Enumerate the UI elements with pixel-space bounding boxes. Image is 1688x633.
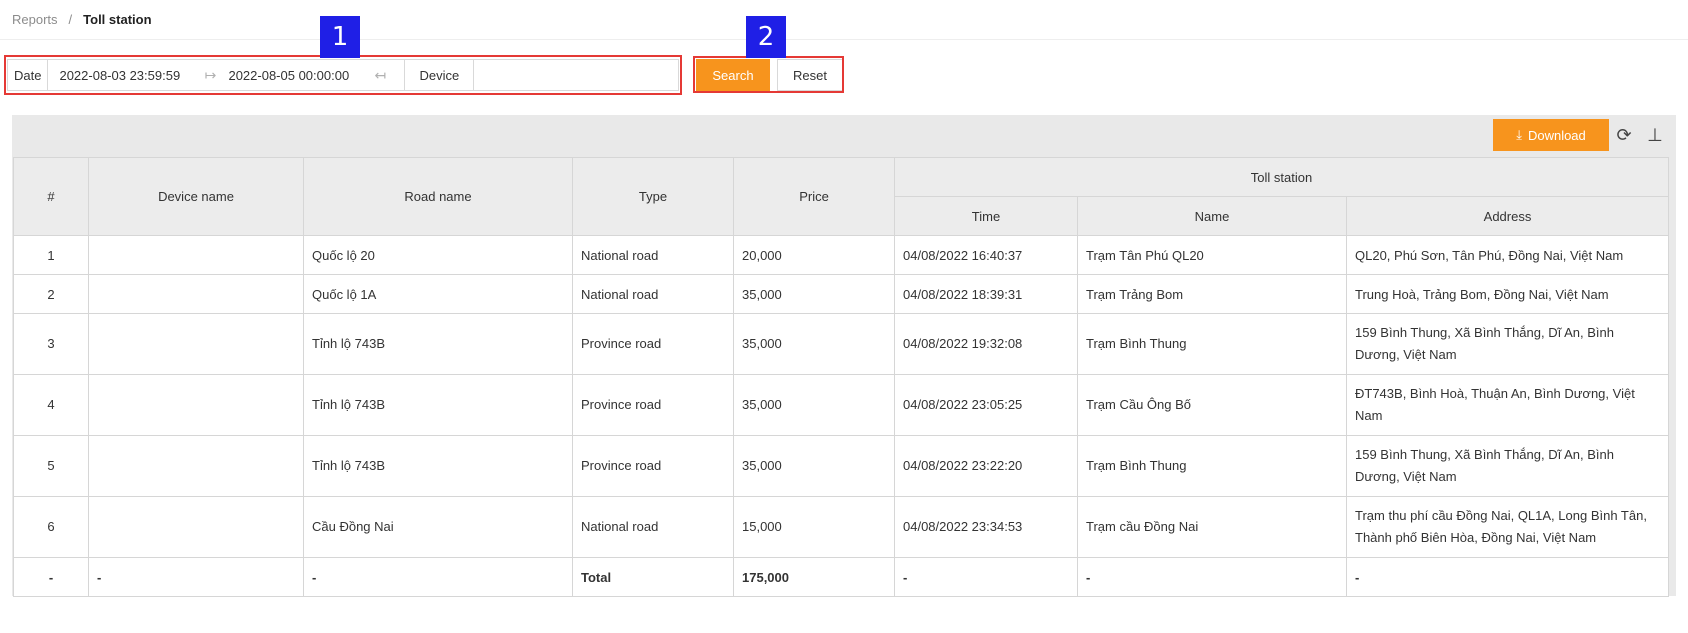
date-end-input[interactable]: 2022-08-05 00:00:00 <box>228 60 370 90</box>
total-cell-name: - <box>1077 557 1347 597</box>
total-cell-time: - <box>894 557 1078 597</box>
download-label: Download <box>1527 127 1586 143</box>
header-device-name: Device name <box>88 157 304 236</box>
reset-button[interactable]: Reset <box>777 59 843 91</box>
cell-address: QL20, Phú Sơn, Tân Phú, Đồng Nai, Việt N… <box>1345 235 1670 275</box>
cell-time: 04/08/2022 16:40:37 <box>894 235 1078 275</box>
cell-address: 159 Bình Thung, Xã Bình Thắng, Dĩ An, Bì… <box>1345 435 1670 497</box>
cell-device-name <box>88 374 304 436</box>
cell-name: Trạm Cầu Ông Bố <box>1077 374 1347 436</box>
cell-price: 20,000 <box>733 235 895 275</box>
header-type: Type <box>572 157 734 236</box>
cell-name: Trạm cầu Đồng Nai <box>1077 496 1347 558</box>
cell-price: 35,000 <box>733 274 895 314</box>
total-cell-road-name: - <box>303 557 573 597</box>
cell-device-name <box>88 313 304 375</box>
cell-type: Province road <box>572 374 734 436</box>
cell-type: Province road <box>572 313 734 375</box>
table-row: 5 Tỉnh lộ 743B Province road 35,000 04/0… <box>13 435 1670 497</box>
breadcrumb-separator: / <box>68 12 73 27</box>
cell-road-name: Tỉnh lộ 743B <box>303 374 573 436</box>
cell-address: Trung Hoà, Trảng Bom, Đồng Nai, Việt Nam <box>1345 274 1670 314</box>
breadcrumb-current: Toll station <box>83 12 152 27</box>
cell-price: 35,000 <box>733 313 895 375</box>
header-toll-station: Toll station <box>893 157 1670 197</box>
download-icon: ⤓ <box>1516 127 1522 142</box>
column-height-icon[interactable]: ⊥ <box>1644 124 1666 146</box>
table-row: 3 Tỉnh lộ 743B Province road 35,000 04/0… <box>13 313 1670 375</box>
date-start-input[interactable]: 2022-08-03 23:59:59 <box>48 60 192 90</box>
table-row: 1 Quốc lộ 20 National road 20,000 04/08/… <box>13 235 1670 275</box>
cell-device-name <box>88 435 304 497</box>
filter-bar: Date 2022-08-03 23:59:59 ↦ 2022-08-05 00… <box>7 59 679 91</box>
device-label: Device <box>404 60 475 90</box>
total-cell-device-name: - <box>88 557 304 597</box>
cell-address: 159 Bình Thung, Xã Bình Thắng, Dĩ An, Bì… <box>1345 313 1670 375</box>
table-row: 2 Quốc lộ 1A National road 35,000 04/08/… <box>13 274 1670 314</box>
header-name: Name <box>1077 196 1347 236</box>
search-button[interactable]: Search <box>696 59 770 91</box>
device-input[interactable] <box>474 60 678 90</box>
marker-1: 1 <box>320 16 360 58</box>
cell-index: 5 <box>13 435 89 497</box>
refresh-icon[interactable]: ⟳ <box>1613 124 1635 146</box>
table-row: 4 Tỉnh lộ 743B Province road 35,000 04/0… <box>13 374 1670 436</box>
cell-road-name: Tỉnh lộ 743B <box>303 435 573 497</box>
cell-name: Trạm Bình Thung <box>1077 313 1347 375</box>
marker-2: 2 <box>746 16 786 58</box>
cell-time: 04/08/2022 23:05:25 <box>894 374 1078 436</box>
cell-type: National road <box>572 235 734 275</box>
cell-device-name <box>88 235 304 275</box>
range-arrow-icon: ↦ <box>204 66 217 83</box>
table-total-row: - - - Total 175,000 - - - <box>13 557 1670 597</box>
header-address: Address <box>1345 196 1670 236</box>
cell-road-name: Quốc lộ 1A <box>303 274 573 314</box>
cell-name: Trạm Tân Phú QL20 <box>1077 235 1347 275</box>
table-row: 6 Cầu Đồng Nai National road 15,000 04/0… <box>13 496 1670 558</box>
cell-type: Province road <box>572 435 734 497</box>
cell-time: 04/08/2022 23:34:53 <box>894 496 1078 558</box>
toll-station-table: # Device name Road name Type Price Toll … <box>13 157 1670 597</box>
cell-type: National road <box>572 274 734 314</box>
header-index: # <box>13 157 89 236</box>
cell-address: ĐT743B, Bình Hoà, Thuận An, Bình Dương, … <box>1345 374 1670 436</box>
breadcrumb: Reports / Toll station <box>0 0 1688 40</box>
total-price: 175,000 <box>733 557 895 597</box>
range-end-arrow-icon: ↤ <box>374 66 387 83</box>
cell-price: 35,000 <box>733 435 895 497</box>
total-label: Total <box>572 557 734 597</box>
breadcrumb-reports-link[interactable]: Reports <box>12 12 58 27</box>
cell-road-name: Cầu Đồng Nai <box>303 496 573 558</box>
cell-time: 04/08/2022 19:32:08 <box>894 313 1078 375</box>
date-label: Date <box>8 60 49 90</box>
cell-name: Trạm Trảng Bom <box>1077 274 1347 314</box>
cell-time: 04/08/2022 23:22:20 <box>894 435 1078 497</box>
cell-index: 6 <box>13 496 89 558</box>
cell-road-name: Quốc lộ 20 <box>303 235 573 275</box>
cell-road-name: Tỉnh lộ 743B <box>303 313 573 375</box>
cell-device-name <box>88 496 304 558</box>
cell-index: 1 <box>13 235 89 275</box>
cell-device-name <box>88 274 304 314</box>
header-price: Price <box>733 157 895 236</box>
cell-price: 35,000 <box>733 374 895 436</box>
cell-index: 3 <box>13 313 89 375</box>
cell-time: 04/08/2022 18:39:31 <box>894 274 1078 314</box>
cell-index: 2 <box>13 274 89 314</box>
cell-address: Trạm thu phí cầu Đồng Nai, QL1A, Long Bì… <box>1345 496 1670 558</box>
cell-type: National road <box>572 496 734 558</box>
cell-index: 4 <box>13 374 89 436</box>
total-cell-index: - <box>13 557 89 597</box>
cell-name: Trạm Bình Thung <box>1077 435 1347 497</box>
download-button[interactable]: ⤓ Download <box>1493 119 1609 151</box>
header-time: Time <box>894 196 1078 236</box>
cell-price: 15,000 <box>733 496 895 558</box>
total-cell-address: - <box>1345 557 1670 597</box>
header-road-name: Road name <box>303 157 573 236</box>
